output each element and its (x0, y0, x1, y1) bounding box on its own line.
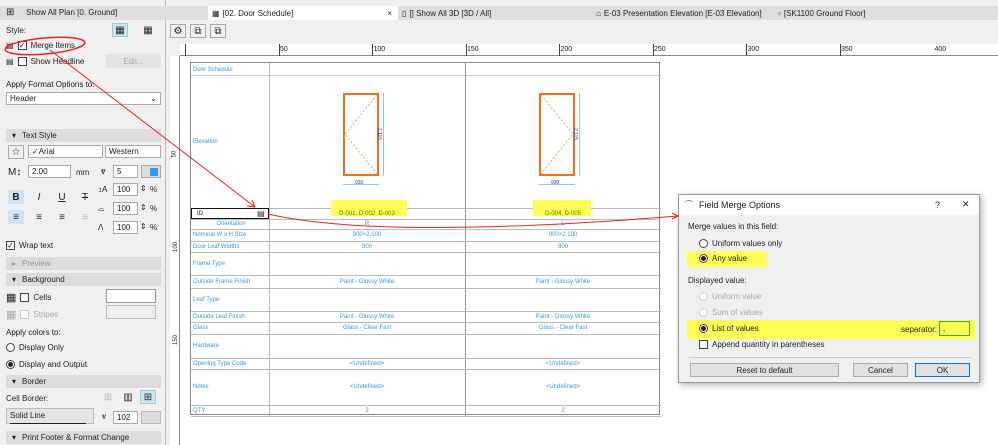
arrow-line (49, 49, 256, 208)
highlight-ellipse (4, 36, 86, 56)
arrow-curve (267, 213, 679, 229)
red-annotation-overlay (4, 36, 679, 229)
